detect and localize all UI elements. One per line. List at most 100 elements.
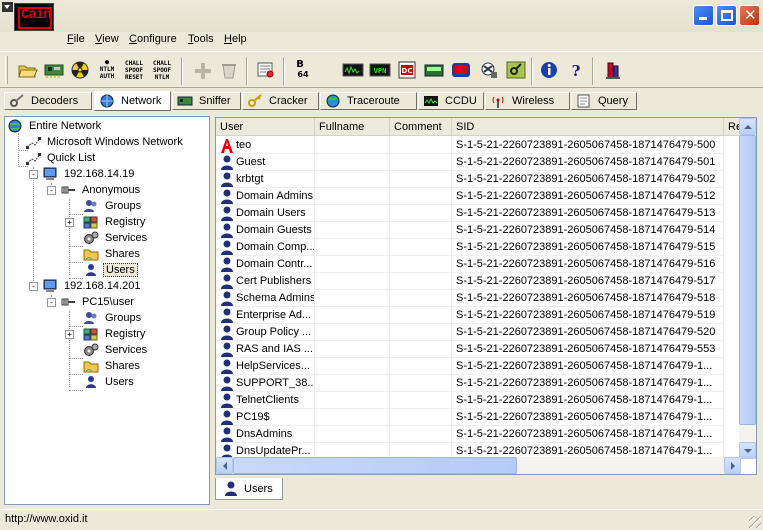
table-row[interactable]: Cert Publishers S-1-5-21-2260723891-26050… xyxy=(216,273,741,290)
collapse-toggle[interactable]: - xyxy=(29,282,38,291)
hash-tool-icon[interactable] xyxy=(478,60,500,80)
tree-node-host[interactable]: 192.168.14.19 xyxy=(42,166,136,182)
minimize-button[interactable] xyxy=(693,5,714,26)
tab-traceroute[interactable]: Traceroute xyxy=(320,92,417,110)
tree-node[interactable]: Services xyxy=(83,342,149,358)
key-tool-icon[interactable] xyxy=(505,60,527,80)
table-row[interactable]: Domain Comp... S-1-5-21-2260723891-260506… xyxy=(216,239,741,256)
users-list[interactable]: User Fullname Comment SID Re teo S-1-5-21… xyxy=(215,117,757,475)
tree-node[interactable]: Registry xyxy=(83,326,147,342)
table-row[interactable]: teo S-1-5-21-2260723891-2605067458-187147… xyxy=(216,137,741,154)
tab-decoders[interactable]: Decoders xyxy=(4,92,92,110)
table-row[interactable]: HelpServices... S-1-5-21-2260723891-26050… xyxy=(216,358,741,375)
tab-ccdu[interactable]: CCDU xyxy=(418,92,484,110)
tree-node[interactable]: Users xyxy=(83,374,136,390)
add-icon[interactable] xyxy=(192,60,214,80)
network-card-icon[interactable] xyxy=(43,60,65,80)
expand-toggle[interactable]: + xyxy=(65,218,74,227)
info-icon[interactable] xyxy=(538,60,560,80)
table-row[interactable]: Guest S-1-5-21-2260723891-2605067458-1871… xyxy=(216,154,741,171)
calculator-icon[interactable] xyxy=(423,60,445,80)
column-header-fullname[interactable]: Fullname xyxy=(315,118,390,136)
cell-sid: S-1-5-21-2260723891-2605067458-187147647… xyxy=(452,171,724,188)
system-menu-icon[interactable] xyxy=(2,2,13,12)
column-header-comment[interactable]: Comment xyxy=(390,118,452,136)
svg-text:DC: DC xyxy=(402,67,413,75)
table-row[interactable]: Schema Admins S-1-5-21-2260723891-2605067… xyxy=(216,290,741,307)
tree-node-host[interactable]: 192.168.14.201 xyxy=(42,278,142,294)
tree-node[interactable]: Anonymous xyxy=(60,182,142,198)
delete-icon[interactable] xyxy=(218,60,240,80)
tree-node[interactable]: Microsoft Windows Network xyxy=(25,134,185,150)
database-icon[interactable] xyxy=(601,60,623,80)
table-row[interactable]: Domain Guests S-1-5-21-2260723891-2605067… xyxy=(216,222,741,239)
base64-icon[interactable]: B 64 xyxy=(290,60,310,80)
table-row[interactable]: Domain Users S-1-5-21-2260723891-26050674… xyxy=(216,205,741,222)
close-button[interactable]: ✕ xyxy=(739,5,760,26)
terminal-green-icon[interactable] xyxy=(342,60,364,80)
tree-node-selected[interactable]: Users xyxy=(83,262,138,278)
scroll-up-button[interactable] xyxy=(739,118,756,135)
radiation-icon[interactable] xyxy=(69,60,91,80)
ntlm-auth-icon[interactable]: ● NTLM AUTH xyxy=(95,59,119,81)
tree-node[interactable]: Services xyxy=(83,230,149,246)
toolbar-grip[interactable] xyxy=(5,56,8,84)
table-row[interactable]: Domain Contr... S-1-5-21-2260723891-26050… xyxy=(216,256,741,273)
scroll-down-button[interactable] xyxy=(739,442,756,459)
tab-wireless[interactable]: Wireless xyxy=(485,92,570,110)
menu-tools[interactable]: Tools xyxy=(188,33,214,45)
cell-comment xyxy=(390,392,452,409)
tab-cracker[interactable]: Cracker xyxy=(242,92,319,110)
vertical-scrollbar[interactable] xyxy=(739,118,756,459)
vpn-icon[interactable]: VPN xyxy=(369,60,391,80)
table-row[interactable]: RAS and IAS ... S-1-5-21-2260723891-26050… xyxy=(216,341,741,358)
chall-spoof-reset-icon[interactable]: CHALL SPOOF RESET xyxy=(122,60,146,81)
tree-node[interactable]: Entire Network xyxy=(7,118,103,134)
user-name: Group Policy ... xyxy=(236,326,312,338)
tab-query[interactable]: Query xyxy=(571,92,637,110)
help-icon[interactable]: ? xyxy=(565,60,587,80)
certificate-icon[interactable] xyxy=(255,60,277,80)
table-row[interactable]: PC19$ S-1-5-21-2260723891-2605067458-1871… xyxy=(216,409,741,426)
tree-node[interactable]: Groups xyxy=(83,310,143,326)
maximize-button[interactable] xyxy=(716,5,737,26)
table-row[interactable]: Domain Admins S-1-5-21-2260723891-2605067… xyxy=(216,188,741,205)
tab-sniffer[interactable]: Sniffer xyxy=(172,92,241,110)
column-header-sid[interactable]: SID xyxy=(452,118,724,136)
vertical-scroll-thumb[interactable] xyxy=(739,135,756,425)
menu-file[interactable]: File xyxy=(67,33,85,45)
scroll-left-button[interactable] xyxy=(216,457,233,474)
network-tree[interactable]: Entire Network Microsoft Windows Network… xyxy=(4,116,210,505)
tree-node[interactable]: PC15\user xyxy=(60,294,136,310)
tree-node[interactable]: Quick List xyxy=(25,150,97,166)
collapse-toggle[interactable]: - xyxy=(47,186,56,195)
expand-toggle[interactable]: + xyxy=(65,330,74,339)
horizontal-scroll-thumb[interactable] xyxy=(233,457,517,474)
menu-configure[interactable]: Configure xyxy=(129,33,177,45)
resize-grip[interactable] xyxy=(749,516,761,528)
red-box-icon[interactable] xyxy=(450,60,472,80)
tree-node[interactable]: Shares xyxy=(83,246,142,262)
user-name: HelpServices... xyxy=(236,360,310,372)
pdf-icon[interactable]: DC xyxy=(396,60,418,80)
table-row[interactable]: krbtgt S-1-5-21-2260723891-2605067458-187… xyxy=(216,171,741,188)
horizontal-scrollbar[interactable] xyxy=(216,457,741,474)
collapse-toggle[interactable]: - xyxy=(47,298,56,307)
table-row[interactable]: Group Policy ... S-1-5-21-2260723891-2605… xyxy=(216,324,741,341)
menu-help[interactable]: Help xyxy=(224,33,247,45)
tab-users[interactable]: Users xyxy=(215,478,283,500)
chall-spoof-ntlm-icon[interactable]: CHALL SPOOF NTLM xyxy=(150,60,174,81)
tree-node[interactable]: Shares xyxy=(83,358,142,374)
scroll-right-button[interactable] xyxy=(724,457,741,474)
folder-open-icon[interactable] xyxy=(17,60,39,80)
tab-network[interactable]: Network xyxy=(94,91,171,111)
table-row[interactable]: SUPPORT_38... S-1-5-21-2260723891-2605067… xyxy=(216,375,741,392)
tree-node[interactable]: Registry xyxy=(83,214,147,230)
table-row[interactable]: Enterprise Ad... S-1-5-21-2260723891-2605… xyxy=(216,307,741,324)
table-row[interactable]: TelnetClients S-1-5-21-2260723891-2605067… xyxy=(216,392,741,409)
menu-view[interactable]: View xyxy=(95,33,119,45)
tree-node[interactable]: Groups xyxy=(83,198,143,214)
table-row[interactable]: DnsAdmins S-1-5-21-2260723891-2605067458-… xyxy=(216,426,741,443)
column-header-user[interactable]: User xyxy=(216,118,315,136)
collapse-toggle[interactable]: - xyxy=(29,170,38,179)
